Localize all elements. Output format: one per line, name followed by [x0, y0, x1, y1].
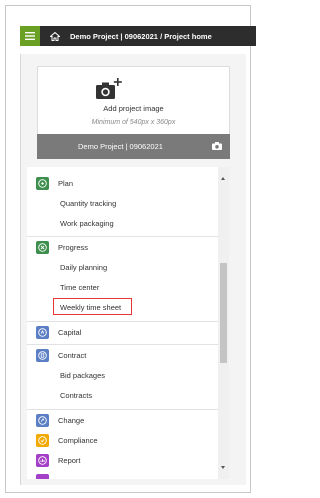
menu-section-report[interactable]: Report: [27, 450, 218, 470]
add-camera-icon[interactable]: [96, 78, 123, 100]
plan-label: Plan: [58, 178, 74, 188]
home-button[interactable]: [45, 26, 65, 46]
camera-icon[interactable]: [212, 142, 222, 150]
progress-label: Progress: [58, 242, 89, 252]
menu-section-contract[interactable]: Contract: [27, 345, 218, 365]
navigation-menu: Plan Quantity tracking Work packaging Pr…: [27, 167, 218, 479]
scroll-down-arrow-icon[interactable]: [221, 466, 225, 469]
add-project-image-label[interactable]: Add project image: [37, 104, 230, 113]
change-icon: [36, 413, 49, 427]
section-icon: [36, 473, 49, 479]
compliance-icon: [36, 433, 49, 447]
report-icon: [36, 453, 49, 467]
top-bar: Demo Project | 09062021 / Project home: [20, 26, 256, 46]
menu-section-cutoff[interactable]: [27, 470, 218, 479]
menu-item-contracts[interactable]: Contracts: [27, 385, 218, 405]
capital-label: Capital: [58, 327, 82, 337]
contract-label: Contract: [58, 350, 87, 360]
menu-item-time-center[interactable]: Time center: [27, 277, 218, 297]
plan-icon: [36, 176, 49, 190]
progress-icon: [36, 240, 49, 254]
contract-icon: [36, 348, 49, 362]
menu-item-quantity-tracking[interactable]: Quantity tracking: [27, 193, 218, 213]
hamburger-menu-button[interactable]: [20, 26, 40, 46]
image-size-hint: Minimum of 540px x 360px: [91, 119, 176, 126]
home-icon: [50, 31, 60, 41]
menu-scrollbar[interactable]: [218, 167, 229, 479]
scroll-up-arrow-icon[interactable]: [221, 177, 225, 180]
hamburger-icon: [25, 32, 35, 40]
project-name-bar: Demo Project | 09062021: [37, 134, 230, 159]
breadcrumb[interactable]: Demo Project | 09062021 / Project home: [70, 32, 212, 41]
menu-section-plan[interactable]: Plan: [27, 173, 218, 193]
capital-icon: [36, 325, 49, 339]
menu-section-progress[interactable]: Progress: [27, 237, 218, 257]
menu-section-compliance[interactable]: Compliance: [27, 430, 218, 450]
menu-item-work-packaging[interactable]: Work packaging: [27, 213, 218, 233]
highlight-box: [53, 298, 132, 315]
project-name: Demo Project | 09062021: [78, 142, 163, 151]
menu-section-change[interactable]: Change: [27, 410, 218, 430]
menu-item-daily-planning[interactable]: Daily planning: [27, 257, 218, 277]
change-label: Change: [58, 415, 85, 425]
scrollbar-thumb[interactable]: [220, 263, 227, 363]
menu-item-bid-packages[interactable]: Bid packages: [27, 365, 218, 385]
report-label: Report: [58, 455, 81, 465]
compliance-label: Compliance: [58, 435, 98, 445]
menu-section-capital[interactable]: Capital: [27, 322, 218, 342]
